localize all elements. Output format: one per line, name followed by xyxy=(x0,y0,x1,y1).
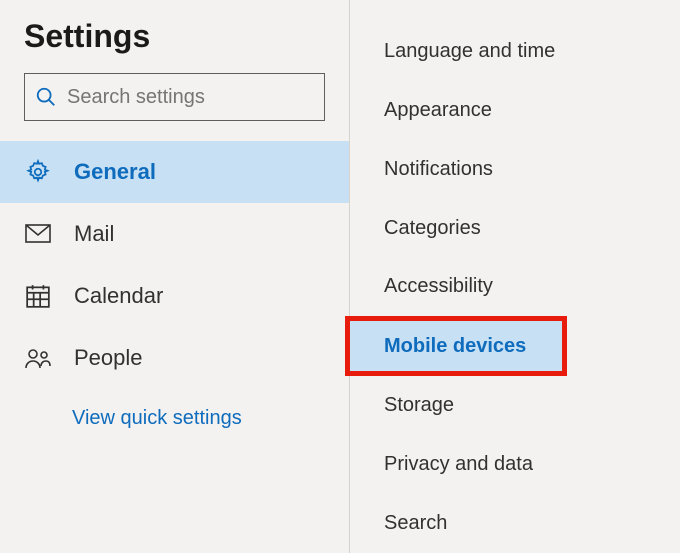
mail-icon xyxy=(24,224,52,244)
quick-link-wrap: View quick settings xyxy=(0,389,349,430)
sub-item-storage[interactable]: Storage xyxy=(350,376,680,435)
sub-item-privacy-data[interactable]: Privacy and data xyxy=(350,435,680,494)
settings-sub-panel: Language and time Appearance Notificatio… xyxy=(350,0,680,553)
search-box[interactable] xyxy=(24,73,325,121)
sub-item-notifications[interactable]: Notifications xyxy=(350,140,680,199)
view-quick-settings-link[interactable]: View quick settings xyxy=(72,407,242,429)
sub-item-accessibility[interactable]: Accessibility xyxy=(350,258,680,317)
search-icon xyxy=(35,86,57,108)
sub-item-mobile-devices[interactable]: Mobile devices xyxy=(350,321,562,371)
sub-item-search[interactable]: Search xyxy=(350,494,680,553)
sub-item-categories[interactable]: Categories xyxy=(350,199,680,258)
nav-item-mail[interactable]: Mail xyxy=(0,203,349,265)
calendar-icon xyxy=(24,283,52,309)
nav-item-calendar[interactable]: Calendar xyxy=(0,265,349,327)
search-wrap xyxy=(0,73,349,141)
people-icon xyxy=(24,346,52,370)
page-title: Settings xyxy=(0,18,349,55)
sub-item-language-time[interactable]: Language and time xyxy=(350,22,680,81)
search-input[interactable] xyxy=(67,86,314,109)
settings-left-panel: Settings General Ma xyxy=(0,0,350,553)
nav-label: Calendar xyxy=(74,283,163,309)
nav-label: General xyxy=(74,159,156,185)
gear-icon xyxy=(24,159,52,185)
nav-item-general[interactable]: General xyxy=(0,141,349,203)
sub-item-appearance[interactable]: Appearance xyxy=(350,81,680,140)
nav-label: People xyxy=(74,345,143,371)
nav-label: Mail xyxy=(74,221,114,247)
nav-item-people[interactable]: People xyxy=(0,327,349,389)
highlight-annotation: Mobile devices xyxy=(345,316,567,376)
